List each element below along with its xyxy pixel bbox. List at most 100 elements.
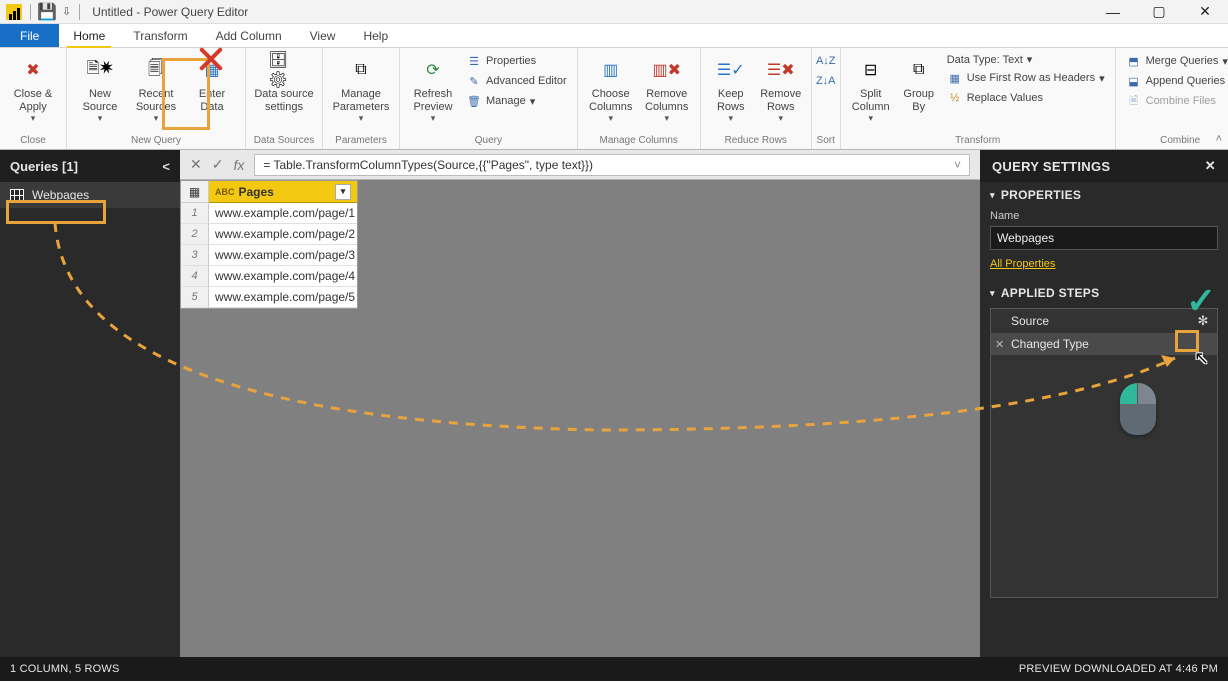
cell[interactable]: www.example.com/page/2	[209, 224, 357, 245]
window-title: Untitled - Power Query Editor	[92, 5, 248, 19]
row-number[interactable]: 2	[181, 224, 209, 245]
maximize-button[interactable]: ▢	[1136, 0, 1182, 24]
cell[interactable]: www.example.com/page/4	[209, 266, 357, 287]
formula-commit-icon[interactable]: ✓	[212, 156, 224, 173]
step-settings-gear-icon[interactable]: ✻	[1195, 313, 1211, 329]
ribbon-tabs: File Home Transform Add Column View Help	[0, 24, 1228, 48]
group-transform: ⊟Split Column▾ ⧉Group By Data Type: Text…	[841, 48, 1116, 149]
collapse-queries-icon[interactable]: <	[162, 159, 170, 174]
group-parameters: ⧉Manage Parameters▾ Parameters	[323, 48, 400, 149]
formula-input[interactable]: = Table.TransformColumnTypes(Source,{{"P…	[254, 154, 970, 176]
replace-values-button[interactable]: ½Replace Values	[943, 89, 1109, 107]
merge-queries-button[interactable]: ⬒Merge Queries ▾	[1122, 52, 1228, 70]
manage-parameters-button[interactable]: ⧉Manage Parameters▾	[329, 52, 393, 126]
combine-files-button[interactable]: 🗎Combine Files	[1122, 92, 1228, 110]
close-query-settings-icon[interactable]: ✕	[1205, 158, 1216, 174]
save-icon[interactable]: 💾	[39, 4, 55, 20]
column-header-pages[interactable]: ABC Pages ▾	[209, 181, 357, 203]
applied-steps-section-header[interactable]: ▾APPLIED STEPS	[980, 280, 1228, 304]
qat-dropdown[interactable]: ⇩	[62, 5, 71, 18]
status-bar: 1 COLUMN, 5 ROWS PREVIEW DOWNLOADED AT 4…	[0, 657, 1228, 681]
title-bar: 💾 ⇩ Untitled - Power Query Editor — ▢ ✕	[0, 0, 1228, 24]
status-right: PREVIEW DOWNLOADED AT 4:46 PM	[1019, 663, 1218, 675]
query-item-webpages[interactable]: Webpages	[0, 182, 180, 208]
row-number[interactable]: 4	[181, 266, 209, 287]
step-changed-type[interactable]: ✕ Changed Type	[991, 333, 1217, 355]
group-sort: A↓Z Z↓A Sort	[812, 48, 841, 149]
remove-rows-button[interactable]: ☰✖Remove Rows▾	[757, 52, 805, 126]
column-filter-dropdown[interactable]: ▾	[335, 184, 351, 200]
recent-sources-button[interactable]: 🗐Recent Sources▾	[129, 52, 183, 126]
ribbon: ✖ Close & Apply▾ Close 🗎✷New Source▾ 🗐Re…	[0, 48, 1228, 150]
close-button[interactable]: ✕	[1182, 0, 1228, 24]
group-data-sources: 🗄⚙Data source settings Data Sources	[246, 48, 323, 149]
sort-asc-button[interactable]: A↓Z	[814, 52, 838, 70]
fx-icon[interactable]: fx	[233, 157, 244, 173]
properties-section-header[interactable]: ▾PROPERTIES	[980, 182, 1228, 206]
applied-steps-list: Source ✻ ✕ Changed Type	[990, 308, 1218, 598]
cell[interactable]: www.example.com/page/3	[209, 245, 357, 266]
column-name: Pages	[239, 185, 274, 199]
data-preview[interactable]: ▦ ABC Pages ▾ 1www.example.com/page/1 2w…	[180, 180, 980, 657]
row-number[interactable]: 3	[181, 245, 209, 266]
data-source-settings-button[interactable]: 🗄⚙Data source settings	[252, 52, 316, 115]
all-properties-link[interactable]: All Properties	[990, 258, 1055, 270]
formula-bar: ✕ ✓ fx = Table.TransformColumnTypes(Sour…	[180, 150, 980, 180]
row-number[interactable]: 1	[181, 203, 209, 224]
formula-expand-icon[interactable]: ˅	[954, 158, 961, 172]
group-reduce-rows: ☰✓Keep Rows▾ ☰✖Remove Rows▾ Reduce Rows	[701, 48, 812, 149]
refresh-preview-button[interactable]: ⟳Refresh Preview▾	[406, 52, 460, 126]
group-new-query: 🗎✷New Source▾ 🗐Recent Sources▾ ▦Enter Da…	[67, 48, 246, 149]
group-by-button[interactable]: ⧉Group By	[897, 52, 941, 115]
tab-add-column[interactable]: Add Column	[202, 24, 296, 47]
cell[interactable]: www.example.com/page/5	[209, 287, 357, 308]
keep-rows-button[interactable]: ☰✓Keep Rows▾	[707, 52, 755, 126]
collapse-ribbon-icon[interactable]: ˄	[1216, 133, 1222, 145]
tab-view[interactable]: View	[296, 24, 350, 47]
group-manage-columns: ▥Choose Columns▾ ▥✖Remove Columns▾ Manag…	[578, 48, 701, 149]
queries-panel: Queries [1] < Webpages	[0, 150, 180, 657]
properties-button[interactable]: ☰Properties	[462, 52, 571, 70]
content-area: Queries [1] < Webpages ✕ ✓ fx = Table.Tr…	[0, 150, 1228, 657]
split-column-button[interactable]: ⊟Split Column▾	[847, 52, 895, 126]
tab-home[interactable]: Home	[59, 24, 119, 47]
preview-area: ✕ ✓ fx = Table.TransformColumnTypes(Sour…	[180, 150, 980, 657]
query-name-input[interactable]	[990, 226, 1218, 250]
data-grid: ▦ ABC Pages ▾ 1www.example.com/page/1 2w…	[180, 180, 358, 309]
tab-transform[interactable]: Transform	[119, 24, 201, 47]
status-left: 1 COLUMN, 5 ROWS	[10, 663, 120, 675]
step-label: Changed Type	[1011, 337, 1089, 351]
step-label: Source	[1011, 314, 1049, 328]
cell[interactable]: www.example.com/page/1	[209, 203, 357, 224]
delete-step-icon[interactable]: ✕	[995, 338, 1004, 351]
name-label: Name	[990, 210, 1218, 222]
advanced-editor-button[interactable]: ✎Advanced Editor	[462, 72, 571, 90]
sort-desc-button[interactable]: Z↓A	[814, 72, 838, 90]
data-type-button[interactable]: Data Type: Text ▾	[943, 52, 1109, 67]
step-source[interactable]: Source ✻	[991, 309, 1217, 333]
enter-data-button[interactable]: ▦Enter Data	[185, 52, 239, 115]
minimize-button[interactable]: —	[1090, 0, 1136, 24]
remove-columns-button[interactable]: ▥✖Remove Columns▾	[640, 52, 694, 126]
first-row-headers-button[interactable]: ▦Use First Row as Headers ▾	[943, 69, 1109, 87]
formula-cancel-icon[interactable]: ✕	[190, 156, 202, 173]
formula-text: = Table.TransformColumnTypes(Source,{{"P…	[263, 158, 593, 172]
query-settings-header: QUERY SETTINGS ✕	[980, 150, 1228, 182]
query-item-label: Webpages	[32, 188, 89, 202]
append-queries-button[interactable]: ⬓Append Queries ▾	[1122, 72, 1228, 90]
tab-help[interactable]: Help	[349, 24, 402, 47]
row-number[interactable]: 5	[181, 287, 209, 308]
group-combine: ⬒Merge Queries ▾ ⬓Append Queries ▾ 🗎Comb…	[1116, 48, 1228, 149]
select-all-corner[interactable]: ▦	[181, 181, 209, 203]
group-query: ⟳Refresh Preview▾ ☰Properties ✎Advanced …	[400, 48, 578, 149]
choose-columns-button[interactable]: ▥Choose Columns▾	[584, 52, 638, 126]
tab-file[interactable]: File	[0, 24, 59, 47]
query-settings-title: QUERY SETTINGS	[992, 159, 1110, 174]
close-apply-button[interactable]: ✖ Close & Apply▾	[6, 52, 60, 126]
type-text-icon: ABC	[215, 187, 235, 197]
queries-header: Queries [1] <	[0, 150, 180, 182]
table-icon	[10, 189, 24, 201]
queries-title: Queries [1]	[10, 159, 78, 174]
new-source-button[interactable]: 🗎✷New Source▾	[73, 52, 127, 126]
manage-button[interactable]: 🗑Manage ▾	[462, 92, 571, 110]
